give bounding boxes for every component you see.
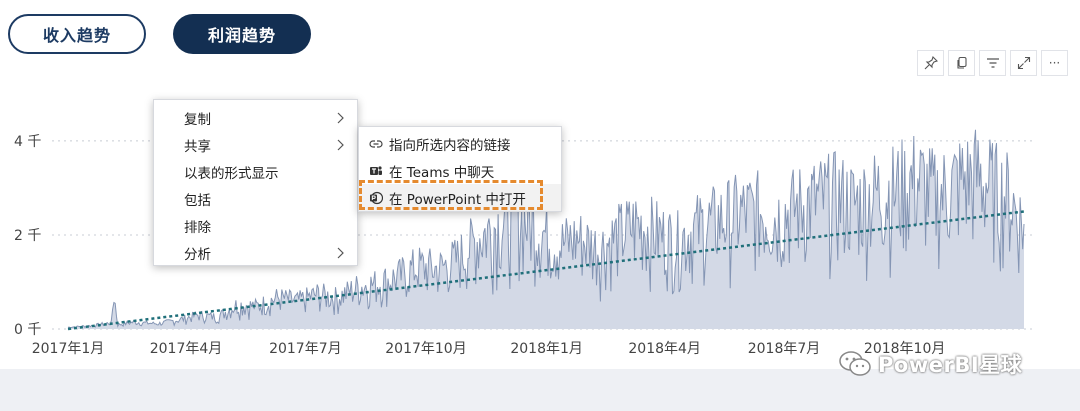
menu-item-include[interactable]: 包括 [154, 185, 357, 212]
x-tick-label: 2017年7月 [269, 341, 342, 357]
wechat-icon [839, 351, 871, 376]
menu-item-copy[interactable]: 复制 [154, 104, 357, 131]
menu-item-label: 包括 [184, 192, 211, 209]
y-tick-label: 0 千 [14, 322, 42, 338]
x-tick-label: 2017年4月 [149, 341, 223, 357]
chevron-right-icon [337, 247, 344, 259]
x-tick-label: 2017年1月 [31, 341, 105, 357]
menu-item-analyze[interactable]: 分析 [154, 239, 357, 266]
watermark: PowerBI星球 [838, 349, 1022, 379]
x-tick-label: 2018年1月 [510, 341, 583, 357]
menu-item-label: 以表的形式显示 [184, 165, 279, 182]
menu-item-label: 分析 [184, 246, 211, 263]
x-tick-label: 2017年10月 [385, 341, 467, 357]
share-submenu: 指向所选内容的链接 在 Teams 中聊天 在 PowerPoint 中打开 [358, 126, 562, 212]
submenu-item-powerpoint[interactable]: 在 PowerPoint 中打开 [359, 184, 561, 211]
watermark-text: PowerBI星球 [878, 353, 1023, 377]
x-tick-label: 2018年7月 [747, 341, 821, 357]
menu-item-share[interactable]: 共享 [154, 131, 357, 158]
link-icon [369, 137, 383, 151]
submenu-item-label: 在 Teams 中聊天 [389, 164, 495, 181]
y-tick-label: 2 千 [14, 227, 42, 244]
submenu-item-teams[interactable]: 在 Teams 中聊天 [359, 157, 561, 184]
submenu-item-link[interactable]: 指向所选内容的链接 [359, 130, 561, 157]
chevron-right-icon [337, 139, 344, 151]
powerpoint-icon [369, 191, 383, 205]
x-tick-label: 2018年4月 [628, 341, 701, 357]
menu-item-show-as-table[interactable]: 以表的形式显示 [154, 158, 357, 185]
teams-icon [369, 164, 383, 178]
menu-item-label: 共享 [184, 138, 211, 155]
submenu-item-label: 在 PowerPoint 中打开 [389, 191, 526, 208]
submenu-item-label: 指向所选内容的链接 [389, 137, 511, 154]
menu-item-label: 排除 [184, 219, 211, 236]
y-tick-label: 4 千 [14, 133, 42, 150]
menu-item-exclude[interactable]: 排除 [154, 212, 357, 239]
context-menu: 复制 共享 以表的形式显示 包括 排除 分析 [153, 99, 358, 266]
chevron-right-icon [337, 112, 344, 124]
menu-item-label: 复制 [184, 111, 211, 128]
